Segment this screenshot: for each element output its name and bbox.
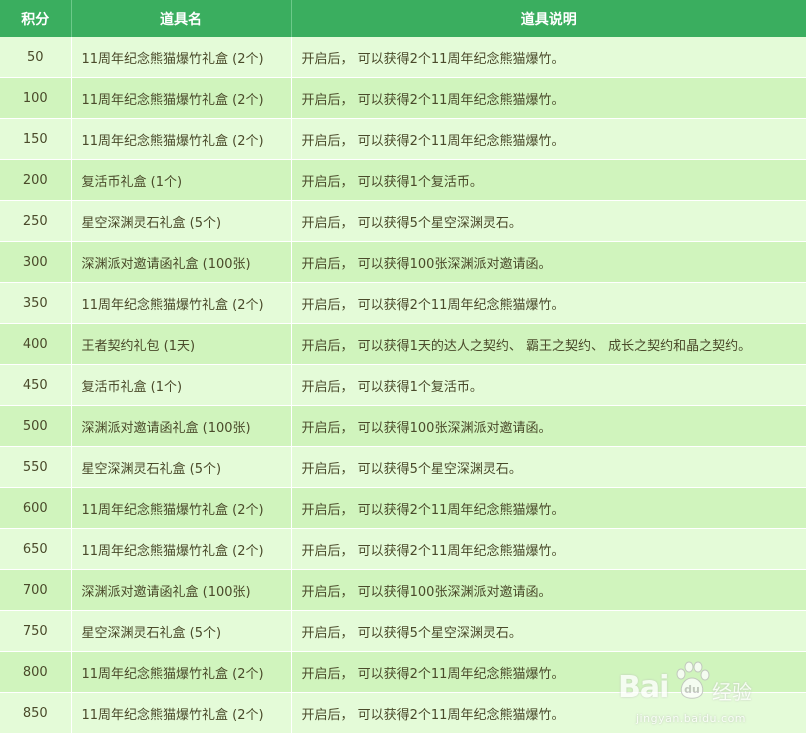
table-row: 300 深渊派对邀请函礼盒 (100张) 开启后， 可以获得100张深渊派对邀请函。	[0, 241, 806, 283]
item-description-cell: 开启后， 可以获得1个复活币。	[291, 364, 806, 406]
header-item-description: 道具说明	[291, 0, 806, 37]
table-row: 150 11周年纪念熊猫爆竹礼盒 (2个) 开启后， 可以获得2个11周年纪念熊猫爆…	[0, 118, 806, 160]
item-description-cell: 开启后， 可以获得2个11周年纪念熊猫爆竹。	[291, 487, 806, 529]
item-description-cell: 开启后， 可以获得2个11周年纪念熊猫爆竹。	[291, 528, 806, 570]
item-name-cell: 11周年纪念熊猫爆竹礼盒 (2个)	[71, 37, 292, 78]
item-name-cell: 王者契约礼包 (1天)	[71, 323, 292, 365]
table-row: 550 星空深渊灵石礼盒 (5个) 开启后， 可以获得5个星空深渊灵石。	[0, 446, 806, 488]
score-cell: 750	[0, 610, 72, 652]
item-description-cell: 开启后， 可以获得1天的达人之契约、 霸王之契约、 成长之契约和晶之契约。	[291, 323, 806, 365]
header-score: 积分	[0, 0, 72, 37]
item-name-cell: 星空深渊灵石礼盒 (5个)	[71, 200, 292, 242]
item-name-cell: 深渊派对邀请函礼盒 (100张)	[71, 569, 292, 611]
item-name-cell: 深渊派对邀请函礼盒 (100张)	[71, 241, 292, 283]
item-name-cell: 11周年纪念熊猫爆竹礼盒 (2个)	[71, 118, 292, 160]
item-description-cell: 开启后， 可以获得100张深渊派对邀请函。	[291, 405, 806, 447]
score-cell: 200	[0, 159, 72, 201]
score-cell: 850	[0, 692, 72, 734]
item-description-cell: 开启后， 可以获得2个11周年纪念熊猫爆竹。	[291, 77, 806, 119]
item-name-cell: 11周年纪念熊猫爆竹礼盒 (2个)	[71, 651, 292, 693]
item-description-cell: 开启后， 可以获得5个星空深渊灵石。	[291, 610, 806, 652]
table-row: 750 星空深渊灵石礼盒 (5个) 开启后， 可以获得5个星空深渊灵石。	[0, 610, 806, 652]
table-row: 350 11周年纪念熊猫爆竹礼盒 (2个) 开启后， 可以获得2个11周年纪念熊猫爆…	[0, 282, 806, 324]
item-description-cell: 开启后， 可以获得2个11周年纪念熊猫爆竹。	[291, 692, 806, 734]
item-name-cell: 11周年纪念熊猫爆竹礼盒 (2个)	[71, 528, 292, 570]
item-name-cell: 11周年纪念熊猫爆竹礼盒 (2个)	[71, 692, 292, 734]
item-name-cell: 11周年纪念熊猫爆竹礼盒 (2个)	[71, 282, 292, 324]
score-cell: 450	[0, 364, 72, 406]
table-header: 积分 道具名 道具说明	[0, 0, 806, 37]
table-row: 450 复活币礼盒 (1个) 开启后， 可以获得1个复活币。	[0, 364, 806, 406]
page: 积分 道具名 道具说明 50 11周年纪念熊猫爆竹礼盒 (2个) 开启后， 可以获得…	[0, 0, 806, 746]
item-name-cell: 11周年纪念熊猫爆竹礼盒 (2个)	[71, 487, 292, 529]
header-item-name: 道具名	[71, 0, 292, 37]
item-description-cell: 开启后， 可以获得1个复活币。	[291, 159, 806, 201]
item-description-cell: 开启后， 可以获得100张深渊派对邀请函。	[291, 241, 806, 283]
rewards-table: 积分 道具名 道具说明 50 11周年纪念熊猫爆竹礼盒 (2个) 开启后， 可以获得…	[0, 0, 806, 734]
table-row: 850 11周年纪念熊猫爆竹礼盒 (2个) 开启后， 可以获得2个11周年纪念熊猫爆…	[0, 692, 806, 734]
score-cell: 550	[0, 446, 72, 488]
score-cell: 400	[0, 323, 72, 365]
table-row: 200 复活币礼盒 (1个) 开启后， 可以获得1个复活币。	[0, 159, 806, 201]
item-description-cell: 开启后， 可以获得100张深渊派对邀请函。	[291, 569, 806, 611]
item-name-cell: 深渊派对邀请函礼盒 (100张)	[71, 405, 292, 447]
score-cell: 500	[0, 405, 72, 447]
item-name-cell: 11周年纪念熊猫爆竹礼盒 (2个)	[71, 77, 292, 119]
item-description-cell: 开启后， 可以获得2个11周年纪念熊猫爆竹。	[291, 118, 806, 160]
item-name-cell: 星空深渊灵石礼盒 (5个)	[71, 446, 292, 488]
item-description-cell: 开启后， 可以获得2个11周年纪念熊猫爆竹。	[291, 651, 806, 693]
score-cell: 300	[0, 241, 72, 283]
item-name-cell: 复活币礼盒 (1个)	[71, 364, 292, 406]
table-body: 50 11周年纪念熊猫爆竹礼盒 (2个) 开启后， 可以获得2个11周年纪念熊猫爆竹…	[0, 37, 806, 734]
item-name-cell: 复活币礼盒 (1个)	[71, 159, 292, 201]
table-row: 800 11周年纪念熊猫爆竹礼盒 (2个) 开启后， 可以获得2个11周年纪念熊猫爆…	[0, 651, 806, 693]
score-cell: 700	[0, 569, 72, 611]
table-row: 700 深渊派对邀请函礼盒 (100张) 开启后， 可以获得100张深渊派对邀请函。	[0, 569, 806, 611]
score-cell: 150	[0, 118, 72, 160]
score-cell: 100	[0, 77, 72, 119]
item-description-cell: 开启后， 可以获得5个星空深渊灵石。	[291, 446, 806, 488]
score-cell: 250	[0, 200, 72, 242]
table-row: 500 深渊派对邀请函礼盒 (100张) 开启后， 可以获得100张深渊派对邀请函。	[0, 405, 806, 447]
item-name-cell: 星空深渊灵石礼盒 (5个)	[71, 610, 292, 652]
table-row: 600 11周年纪念熊猫爆竹礼盒 (2个) 开启后， 可以获得2个11周年纪念熊猫爆…	[0, 487, 806, 529]
table-row: 650 11周年纪念熊猫爆竹礼盒 (2个) 开启后， 可以获得2个11周年纪念熊猫爆…	[0, 528, 806, 570]
table-row: 250 星空深渊灵石礼盒 (5个) 开启后， 可以获得5个星空深渊灵石。	[0, 200, 806, 242]
score-cell: 350	[0, 282, 72, 324]
item-description-cell: 开启后， 可以获得2个11周年纪念熊猫爆竹。	[291, 37, 806, 78]
table-row: 50 11周年纪念熊猫爆竹礼盒 (2个) 开启后， 可以获得2个11周年纪念熊猫爆竹…	[0, 37, 806, 78]
score-cell: 600	[0, 487, 72, 529]
score-cell: 650	[0, 528, 72, 570]
table-row: 100 11周年纪念熊猫爆竹礼盒 (2个) 开启后， 可以获得2个11周年纪念熊猫爆…	[0, 77, 806, 119]
item-description-cell: 开启后， 可以获得2个11周年纪念熊猫爆竹。	[291, 282, 806, 324]
score-cell: 50	[0, 37, 72, 78]
score-cell: 800	[0, 651, 72, 693]
item-description-cell: 开启后， 可以获得5个星空深渊灵石。	[291, 200, 806, 242]
table-row: 400 王者契约礼包 (1天) 开启后， 可以获得1天的达人之契约、 霸王之契约、 …	[0, 323, 806, 365]
